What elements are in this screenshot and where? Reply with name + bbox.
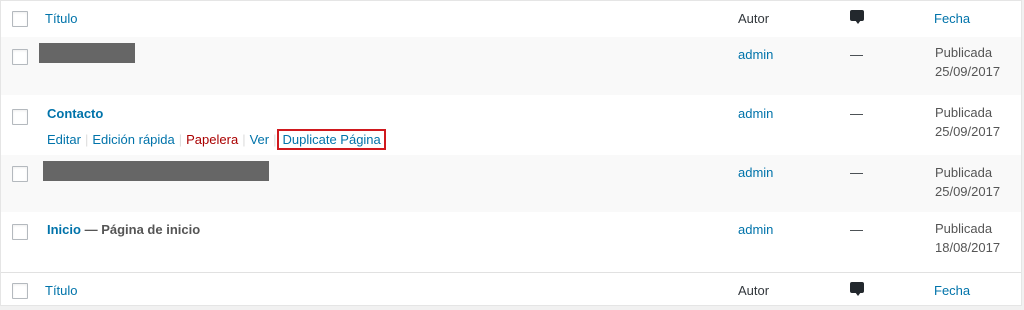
row-actions: Editar | Edición rápida | Papelera | Ver | Dupli… xyxy=(47,129,386,150)
date-cell: Publicada 25/09/2017 xyxy=(935,103,1000,141)
actions-separator: | xyxy=(84,132,89,147)
status-text: Publicada xyxy=(935,45,993,60)
date-cell: Publicada 18/08/2017 xyxy=(935,219,1000,257)
title-column-sort-link[interactable]: Título xyxy=(45,283,78,298)
comments-count: — xyxy=(850,222,863,237)
author-link[interactable]: admin xyxy=(738,47,773,62)
author-link[interactable]: admin xyxy=(738,165,773,180)
table-footer: Título Autor Fecha xyxy=(1,272,1021,309)
edit-link[interactable]: Editar xyxy=(47,132,81,147)
duplicate-highlight-box: Duplicate Página xyxy=(277,129,386,150)
row-title-link: Inicio — Página de inicio xyxy=(47,222,200,237)
comments-count: — xyxy=(850,47,863,62)
redacted-title xyxy=(43,161,269,181)
author-column-header: Autor xyxy=(738,283,770,298)
status-text: Publicada xyxy=(935,105,993,120)
quick-edit-link[interactable]: Edición rápida xyxy=(92,132,174,147)
comment-bubble-icon xyxy=(850,10,864,24)
date-text: 18/08/2017 xyxy=(935,240,1001,255)
author-column-header: Autor xyxy=(738,11,770,26)
redacted-title xyxy=(39,43,135,63)
table-row: admin — Publicada 25/09/2017 xyxy=(1,155,1021,212)
actions-separator: | xyxy=(242,132,246,147)
comments-count: — xyxy=(850,165,863,180)
row-title-link[interactable]: Contacto xyxy=(47,106,103,121)
date-cell: Publicada 25/09/2017 xyxy=(935,43,1000,81)
author-link[interactable]: admin xyxy=(738,222,773,237)
row-title-link-text[interactable]: Inicio xyxy=(47,222,81,237)
row-checkbox[interactable] xyxy=(12,109,28,125)
date-text: 25/09/2017 xyxy=(935,64,1001,79)
actions-separator: | xyxy=(273,132,277,147)
post-state-label: — Página de inicio xyxy=(84,222,201,237)
date-column-sort-link[interactable]: Fecha xyxy=(934,283,970,298)
row-checkbox[interactable] xyxy=(12,166,28,182)
actions-separator: | xyxy=(178,132,183,147)
table-row: Inicio — Página de inicio admin — Public… xyxy=(1,212,1021,272)
select-all-checkbox-footer[interactable] xyxy=(12,283,28,299)
comment-bubble-icon xyxy=(850,282,864,296)
trash-link[interactable]: Papelera xyxy=(186,132,238,147)
select-all-checkbox[interactable] xyxy=(12,11,28,27)
date-column-sort-link[interactable]: Fecha xyxy=(934,11,970,26)
table-row: admin — Publicada 25/09/2017 xyxy=(1,37,1021,95)
date-text: 25/09/2017 xyxy=(935,184,1001,199)
status-text: Publicada xyxy=(935,165,993,180)
row-checkbox[interactable] xyxy=(12,49,28,65)
date-text: 25/09/2017 xyxy=(935,124,1001,139)
duplicate-page-link[interactable]: Duplicate Página xyxy=(282,132,380,147)
title-column-sort-link[interactable]: Título xyxy=(45,11,78,26)
pages-list-table: Título Autor Fecha admin — Publicada 25/… xyxy=(0,0,1022,306)
row-checkbox[interactable] xyxy=(12,224,28,240)
table-row: Contacto Editar | Edición rápida | Papelera |… xyxy=(1,95,1021,155)
table-header: Título Autor Fecha xyxy=(1,1,1021,38)
status-text: Publicada xyxy=(935,221,993,236)
comments-count: — xyxy=(850,106,863,121)
view-link[interactable]: Ver xyxy=(250,132,270,147)
author-link[interactable]: admin xyxy=(738,106,773,121)
date-cell: Publicada 25/09/2017 xyxy=(935,163,1000,201)
